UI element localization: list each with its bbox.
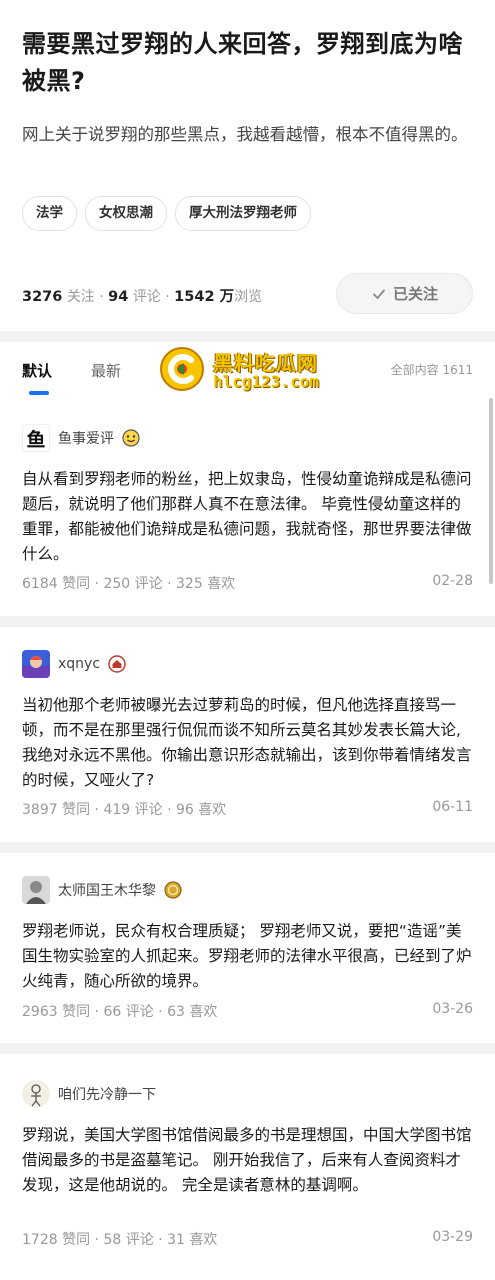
answer-date: 02-28 — [432, 573, 473, 589]
topic-tags: 法学 女权思潮 厚大刑法罗翔老师 — [22, 196, 311, 231]
gold-coin-badge-icon — [164, 881, 182, 899]
answer-author[interactable]: 鱼 鱼事爱评 — [22, 423, 140, 453]
comment-count[interactable]: 58 — [103, 1232, 121, 1248]
red-house-badge-icon — [108, 655, 126, 673]
active-tab-indicator — [29, 391, 49, 395]
answer-card: 鱼 鱼事爱评 自从看到罗翔老师的粉丝，把上奴隶岛，性侵幼童诡辩成是私德问题后，就… — [0, 423, 495, 613]
favorite-label[interactable]: 喜欢 — [207, 576, 235, 592]
favorite-count[interactable]: 63 — [167, 1004, 185, 1020]
answer-author[interactable]: 太师国王木华黎 — [22, 875, 182, 905]
game-character-avatar[interactable] — [22, 650, 50, 678]
emoji-badge-icon — [122, 429, 140, 447]
favorite-label[interactable]: 喜欢 — [189, 1232, 217, 1248]
comment-count[interactable]: 66 — [103, 1004, 121, 1020]
answer-author[interactable]: 咱们先冷静一下 — [22, 1079, 156, 1109]
answer-stats: 6184 赞同 · 250 评论 · 325 喜欢 — [22, 576, 236, 592]
like-count[interactable]: 3897 — [22, 802, 58, 818]
comment-count[interactable]: 419 — [103, 802, 130, 818]
comment-label[interactable]: 评论 — [126, 1004, 154, 1020]
checkmark-icon — [373, 289, 385, 299]
follow-button-label: 已关注 — [392, 285, 438, 303]
like-count[interactable]: 1728 — [22, 1232, 58, 1248]
like-label[interactable]: 赞同 — [62, 802, 90, 818]
comment-label[interactable]: 评论 — [135, 802, 163, 818]
answer-date: 03-29 — [432, 1229, 473, 1245]
comment-count[interactable]: 250 — [103, 576, 130, 592]
section-divider — [0, 331, 495, 342]
like-count[interactable]: 6184 — [22, 576, 58, 592]
favorite-count[interactable]: 31 — [167, 1232, 185, 1248]
favorite-label[interactable]: 喜欢 — [189, 1004, 217, 1020]
answer-content[interactable]: 罗翔老师说，民众有权合理质疑； 罗翔老师又说，要把“造谣”美国生物实验室的人抓起… — [22, 919, 474, 994]
topic-tag[interactable]: 厚大刑法罗翔老师 — [175, 196, 311, 231]
like-count[interactable]: 2963 — [22, 1004, 58, 1020]
question-description: 网上关于说罗翔的那些黑点，我越看越懵，根本不值得黑的。 — [22, 125, 468, 144]
answer-date: 03-26 — [432, 1001, 473, 1017]
author-name[interactable]: xqnyc — [58, 656, 100, 672]
answer-stats: 2963 赞同 · 66 评论 · 63 喜欢 — [22, 1004, 218, 1020]
answer-date: 06-11 — [432, 799, 473, 815]
fish-character-avatar[interactable]: 鱼 — [22, 424, 50, 452]
topic-tag[interactable]: 女权思潮 — [85, 196, 167, 231]
answer-content[interactable]: 罗翔说，美国大学图书馆借阅最多的书是理想国，中国大学图书馆借阅最多的书是盗墓笔记… — [22, 1123, 474, 1198]
author-name[interactable]: 鱼事爱评 — [58, 428, 114, 448]
portrait-avatar[interactable] — [22, 876, 50, 904]
sketch-figure-avatar[interactable] — [22, 1080, 50, 1108]
answer-card: 咱们先冷静一下 罗翔说，美国大学图书馆借阅最多的书是理想国，中国大学图书馆借阅最… — [0, 1079, 495, 1269]
question-title: 需要黑过罗翔的人来回答，罗翔到底为啥被黑? — [22, 30, 463, 95]
section-divider — [0, 616, 495, 627]
favorite-label[interactable]: 喜欢 — [198, 802, 226, 818]
author-name[interactable]: 咱们先冷静一下 — [58, 1084, 156, 1104]
like-label[interactable]: 赞同 — [62, 576, 90, 592]
total-content-count: 全部内容 1611 — [390, 363, 473, 377]
answer-author[interactable]: xqnyc — [22, 649, 126, 679]
answer-card: xqnyc 当初他那个老师被曝光去过萝莉岛的时候，但凡他选择直接骂一顿，而不是在… — [0, 649, 495, 839]
watermark: 黑料吃瓜网 hlcg123.com — [158, 345, 348, 393]
like-label[interactable]: 赞同 — [62, 1004, 90, 1020]
follow-label: 关注 — [66, 289, 95, 305]
comment-label[interactable]: 评论 — [135, 576, 163, 592]
answer-content[interactable]: 自从看到罗翔老师的粉丝，把上奴隶岛，性侵幼童诡辩成是私德问题后，就说明了他们那群… — [22, 467, 474, 567]
watermark-logo-icon — [160, 347, 204, 391]
tab-latest[interactable]: 最新 — [91, 360, 121, 381]
follow-count: 3276 — [22, 289, 63, 305]
comment-label[interactable]: 评论 — [133, 289, 161, 305]
section-divider — [0, 842, 495, 853]
question-stats: 3276 关注 · 94 评论 · 1542 万浏览 — [22, 289, 263, 305]
answer-stats: 3897 赞同 · 419 评论 · 96 喜欢 — [22, 802, 227, 818]
favorite-count[interactable]: 325 — [176, 576, 203, 592]
answer-stats: 1728 赞同 · 58 评论 · 31 喜欢 — [22, 1232, 218, 1248]
answer-card: 太师国王木华黎 罗翔老师说，民众有权合理质疑； 罗翔老师又说，要把“造谣”美国生… — [0, 875, 495, 1035]
author-name[interactable]: 太师国王木华黎 — [58, 880, 156, 900]
section-divider — [0, 1043, 495, 1054]
like-label[interactable]: 赞同 — [62, 1232, 90, 1248]
view-count: 1542 万 — [174, 289, 235, 305]
follow-button[interactable]: 已关注 — [336, 273, 473, 314]
watermark-line2: hlcg123.com — [213, 372, 319, 391]
answer-content[interactable]: 当初他那个老师被曝光去过萝莉岛的时候，但凡他选择直接骂一顿，而不是在那里强行侃侃… — [22, 693, 474, 793]
comment-count[interactable]: 94 — [108, 289, 128, 305]
topic-tag[interactable]: 法学 — [22, 196, 77, 231]
view-label: 浏览 — [234, 289, 263, 305]
comment-label[interactable]: 评论 — [126, 1232, 154, 1248]
tab-default[interactable]: 默认 — [22, 360, 52, 381]
favorite-count[interactable]: 96 — [176, 802, 194, 818]
